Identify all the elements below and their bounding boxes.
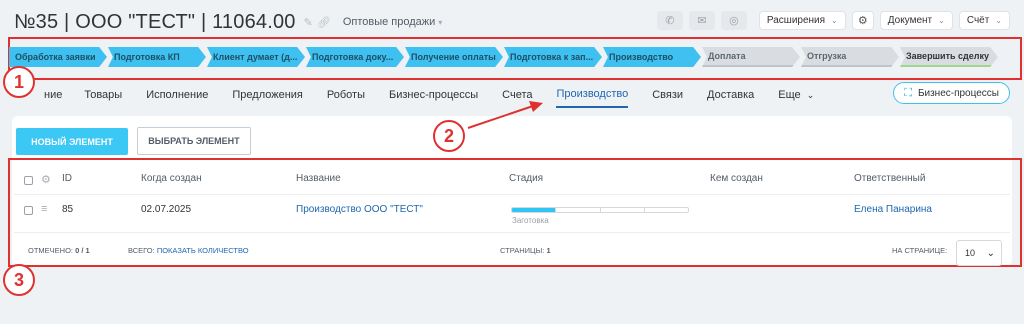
annotation-arrow [467,101,543,129]
